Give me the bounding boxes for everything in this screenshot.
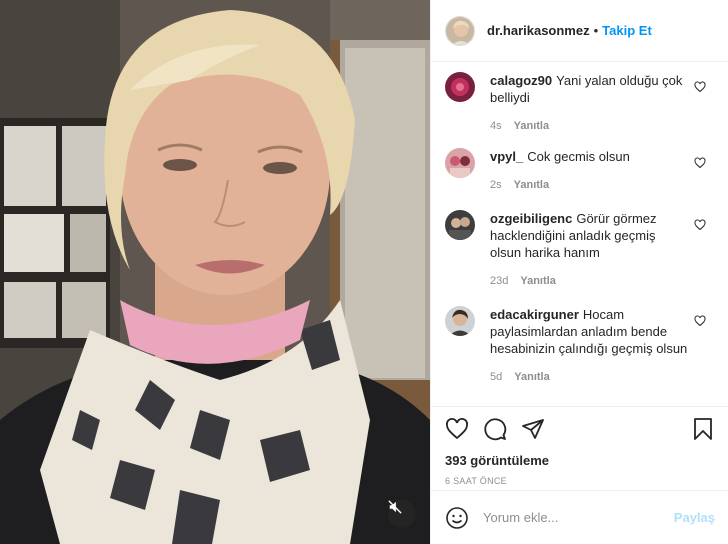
comment-username[interactable]: ozgeibiligenc (490, 211, 572, 226)
commenter-avatar[interactable] (445, 306, 475, 336)
comment-item: vpyl_ Cok gecmis olsun 2s Yanıtla (431, 148, 728, 210)
post-timestamp: 6 SAAT ÖNCE (445, 476, 507, 486)
commenter-avatar[interactable] (445, 72, 475, 102)
comment-username[interactable]: calagoz90 (490, 73, 552, 88)
comment-item: calagoz90 Yani yalan olduğu çok belliydi … (431, 72, 728, 148)
comment-item: ozgeibiligenc Görür görmez hacklendiğini … (431, 210, 728, 306)
smiley-icon[interactable] (445, 506, 469, 530)
heart-icon[interactable] (445, 417, 469, 441)
separator-dot: • (593, 23, 599, 38)
reply-button[interactable]: Yanıtla (514, 179, 549, 191)
video-frame (0, 0, 430, 544)
reply-button[interactable]: Yanıtla (514, 371, 549, 383)
comment-input[interactable] (483, 510, 673, 525)
comment-icon[interactable] (483, 417, 507, 441)
reply-button[interactable]: Yanıtla (520, 275, 555, 287)
commenter-avatar[interactable] (445, 210, 475, 240)
action-bar: 393 görüntüleme 6 SAAT ÖNCE (431, 406, 728, 486)
comment-age: 4s (490, 120, 502, 132)
comments-list[interactable]: calagoz90 Yani yalan olduğu çok belliydi … (431, 62, 728, 406)
comment-age: 5d (490, 371, 503, 383)
comment-username[interactable]: edacakirguner (490, 307, 579, 322)
follow-button[interactable]: Takip Et (602, 23, 652, 38)
comment-like-heart-icon[interactable] (694, 156, 706, 174)
speaker-muted-icon (388, 500, 402, 514)
comment-like-heart-icon[interactable] (694, 80, 706, 98)
author-avatar[interactable] (445, 15, 475, 46)
author-username[interactable]: dr.harikasonmez (487, 23, 590, 38)
comment-age: 23d (490, 275, 509, 287)
video-player[interactable] (0, 0, 430, 544)
comment-like-heart-icon[interactable] (694, 314, 706, 332)
comment-item: edacakirguner Hocam paylasimlardan anladı… (431, 306, 728, 402)
comment-username[interactable]: vpyl_ (490, 149, 523, 164)
view-count[interactable]: 393 görüntüleme (445, 453, 715, 468)
add-comment-bar: Paylaş (431, 490, 728, 544)
bookmark-icon[interactable] (691, 417, 715, 441)
post-comment-button[interactable]: Paylaş (674, 510, 715, 525)
comment-like-heart-icon[interactable] (694, 218, 706, 236)
mute-button[interactable] (388, 500, 416, 528)
comment-text: Cok gecmis olsun (527, 149, 630, 164)
post-header: dr.harikasonmez • Takip Et (431, 0, 728, 62)
paper-plane-icon[interactable] (521, 417, 545, 441)
comment-age: 2s (490, 179, 502, 191)
reply-button[interactable]: Yanıtla (514, 120, 549, 132)
commenter-avatar[interactable] (445, 148, 475, 178)
post-side-panel: dr.harikasonmez • Takip Et calagoz90 Yani… (430, 0, 728, 544)
